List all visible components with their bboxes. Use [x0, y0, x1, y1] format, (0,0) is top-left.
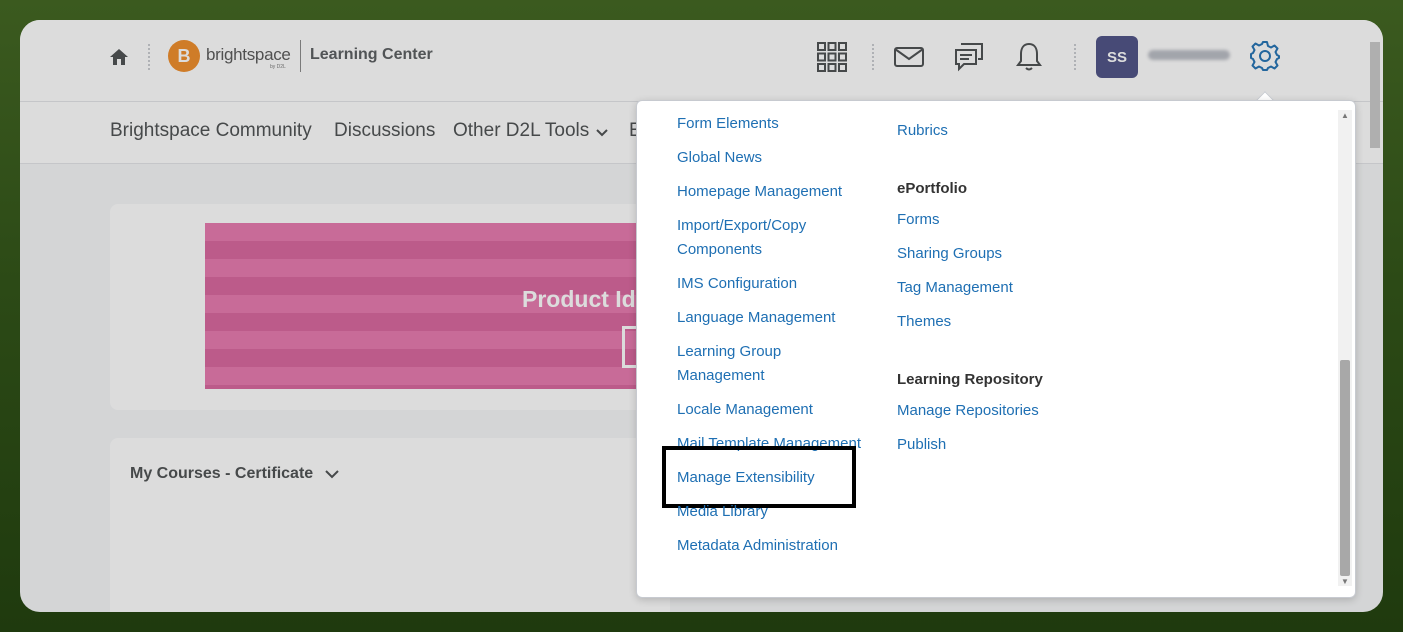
- home-icon[interactable]: [108, 46, 130, 68]
- username-redacted[interactable]: [1148, 50, 1230, 60]
- scroll-up-icon[interactable]: ▲: [1338, 110, 1352, 122]
- chevron-down-icon[interactable]: [595, 126, 609, 140]
- mail-icon[interactable]: [892, 40, 926, 74]
- link-forms[interactable]: Forms: [897, 208, 940, 232]
- link-locale-management[interactable]: Locale Management: [677, 398, 813, 422]
- logo-byline: by D2L: [270, 64, 286, 70]
- nav-discussions[interactable]: Discussions: [334, 120, 435, 142]
- link-form-elements[interactable]: Form Elements: [677, 112, 779, 136]
- my-courses-title: My Courses - Certificate: [130, 465, 314, 482]
- heading-learning-repository: Learning Repository: [897, 371, 1043, 388]
- nav-other-d2l-tools[interactable]: Other D2L Tools: [453, 120, 589, 142]
- gear-icon[interactable]: [1248, 39, 1282, 73]
- logo-divider: [300, 40, 301, 72]
- banner-title: Product Id: [522, 286, 636, 312]
- scroll-down-icon[interactable]: ▼: [1338, 576, 1352, 588]
- heading-eportfolio: ePortfolio: [897, 180, 967, 197]
- link-import-export-copy-cont[interactable]: Components: [677, 238, 762, 262]
- chat-icon[interactable]: [952, 40, 986, 74]
- link-rubrics[interactable]: Rubrics: [897, 119, 948, 143]
- brightspace-logo[interactable]: B: [168, 40, 200, 72]
- link-themes[interactable]: Themes: [897, 310, 951, 334]
- link-publish[interactable]: Publish: [897, 433, 946, 457]
- link-language-management[interactable]: Language Management: [677, 306, 835, 330]
- link-tag-management[interactable]: Tag Management: [897, 276, 1013, 300]
- browser-viewport: B brightspace by D2L Learning Center SS …: [20, 20, 1383, 612]
- link-learning-group-management-cont[interactable]: Management: [677, 364, 765, 388]
- link-manage-extensibility[interactable]: Manage Extensibility: [677, 466, 815, 490]
- link-import-export-copy[interactable]: Import/Export/Copy: [677, 214, 806, 238]
- waffle-grid-icon[interactable]: [815, 40, 849, 74]
- link-homepage-management[interactable]: Homepage Management: [677, 180, 842, 204]
- link-media-library[interactable]: Media Library: [677, 500, 768, 524]
- nav-brightspace-community[interactable]: Brightspace Community: [110, 120, 312, 142]
- link-manage-repositories[interactable]: Manage Repositories: [897, 399, 1039, 423]
- link-sharing-groups[interactable]: Sharing Groups: [897, 242, 1002, 266]
- page-scrollbar[interactable]: [1370, 42, 1380, 148]
- org-name[interactable]: Learning Center: [310, 46, 433, 64]
- link-learning-group-management[interactable]: Learning Group: [677, 340, 781, 364]
- chevron-down-icon[interactable]: [324, 466, 340, 482]
- bell-icon[interactable]: [1012, 40, 1046, 74]
- link-global-news[interactable]: Global News: [677, 146, 762, 170]
- navbar-separator: [872, 44, 874, 70]
- avatar[interactable]: SS: [1096, 36, 1138, 78]
- link-metadata-administration[interactable]: Metadata Administration: [677, 534, 838, 558]
- logo-wordmark: brightspace: [206, 45, 291, 64]
- dropdown-scrollbar-thumb[interactable]: [1340, 360, 1350, 576]
- navbar-separator: [1074, 44, 1076, 70]
- link-ims-configuration[interactable]: IMS Configuration: [677, 272, 797, 296]
- navbar-separator: [148, 44, 150, 70]
